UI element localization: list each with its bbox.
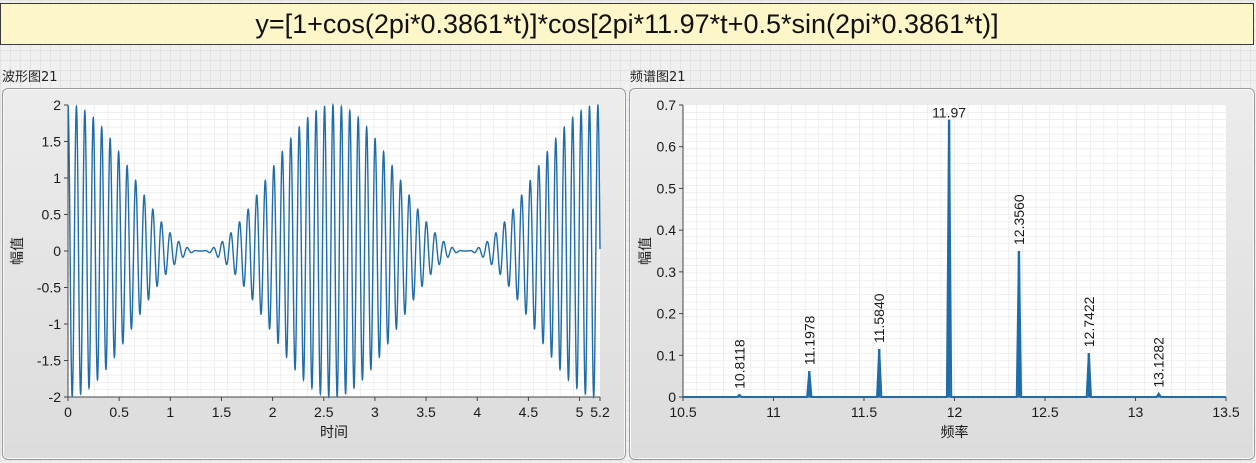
waveform-y-tick-label: 0.5 (42, 207, 62, 223)
waveform-x-tick-label: 3 (371, 404, 379, 420)
spectrum-y-tick-label: 0.4 (657, 222, 677, 238)
waveform-x-tick-label: 5 (576, 404, 584, 420)
waveform-x-tick-label: 2.5 (314, 404, 334, 420)
waveform-y-tick-label: -2 (49, 389, 62, 405)
spectrum-peak-label: 11.97 (932, 105, 966, 121)
spectrum-y-tick-label: 0.3 (657, 264, 677, 280)
spectrum-peak-label: 12.7422 (1081, 296, 1097, 347)
spectrum-x-tick-label: 13.5 (1212, 404, 1239, 420)
waveform-y-tick-label: -1.5 (37, 353, 61, 369)
waveform-y-tick-label: 2 (53, 97, 61, 113)
spectrum-x-axis-label: 频率 (941, 424, 969, 440)
waveform-x-tick-label: 2 (269, 404, 277, 420)
spectrum-x-tick-label: 11.5 (851, 404, 877, 420)
waveform-y-tick-label: 1 (53, 170, 61, 186)
waveform-x-tick-label: 0.5 (109, 404, 129, 420)
waveform-y-tick-label: 0 (53, 243, 61, 259)
spectrum-x-tick-label: 10.5 (669, 404, 696, 420)
waveform-x-tick-label: 1 (166, 404, 174, 420)
spectrum-y-tick-label: 0 (668, 389, 676, 405)
waveform-x-axis-label: 时间 (320, 424, 348, 440)
waveform-x-tick-label: 4 (473, 404, 481, 420)
waveform-chart: 0 0.5 1 1.5 2 2.5 3 3.5 4 4.5 5 5.221.510.50-0.5-1-… (9, 97, 1240, 440)
waveform-x-tick-label: 1.5 (212, 404, 232, 420)
spectrum-y-tick-label: 0.6 (657, 139, 677, 155)
spectrum-peak-label: 11.1978 (801, 315, 817, 365)
spectrum-y-tick-label: 0.1 (657, 347, 677, 363)
spectrum-y-axis-label: 幅值 (637, 237, 653, 265)
spectrum-x-tick-label: 13 (1128, 404, 1144, 420)
spectrum-y-tick-label: 0.2 (657, 306, 677, 322)
waveform-y-tick-label: -0.5 (37, 280, 61, 296)
waveform-x-tick-label: 0 (64, 404, 72, 420)
waveform-y-tick-label: -1 (49, 316, 62, 332)
spectrum-peak-label: 13.1282 (1151, 337, 1167, 388)
waveform-x-tick-label: 4.5 (519, 404, 539, 420)
spectrum-y-tick-label: 0.7 (657, 97, 677, 113)
spectrum-peak-label: 10.8118 (731, 339, 747, 389)
spectrum-x-tick-label: 11 (766, 404, 781, 420)
waveform-y-tick-label: 1.5 (42, 134, 62, 150)
waveform-x-tick-label: 5.2 (590, 404, 610, 420)
waveform-y-axis-label: 幅值 (9, 237, 25, 265)
waveform-x-tick-label: 3.5 (416, 404, 436, 420)
spectrum-peak-label: 12.3560 (1011, 194, 1027, 245)
spectrum-y-tick-label: 0.5 (657, 180, 677, 196)
spectrum-x-tick-label: 12 (947, 404, 963, 420)
spectrum-peak-label: 11.5840 (871, 293, 887, 343)
spectrum-x-tick-label: 12.5 (1031, 404, 1058, 420)
